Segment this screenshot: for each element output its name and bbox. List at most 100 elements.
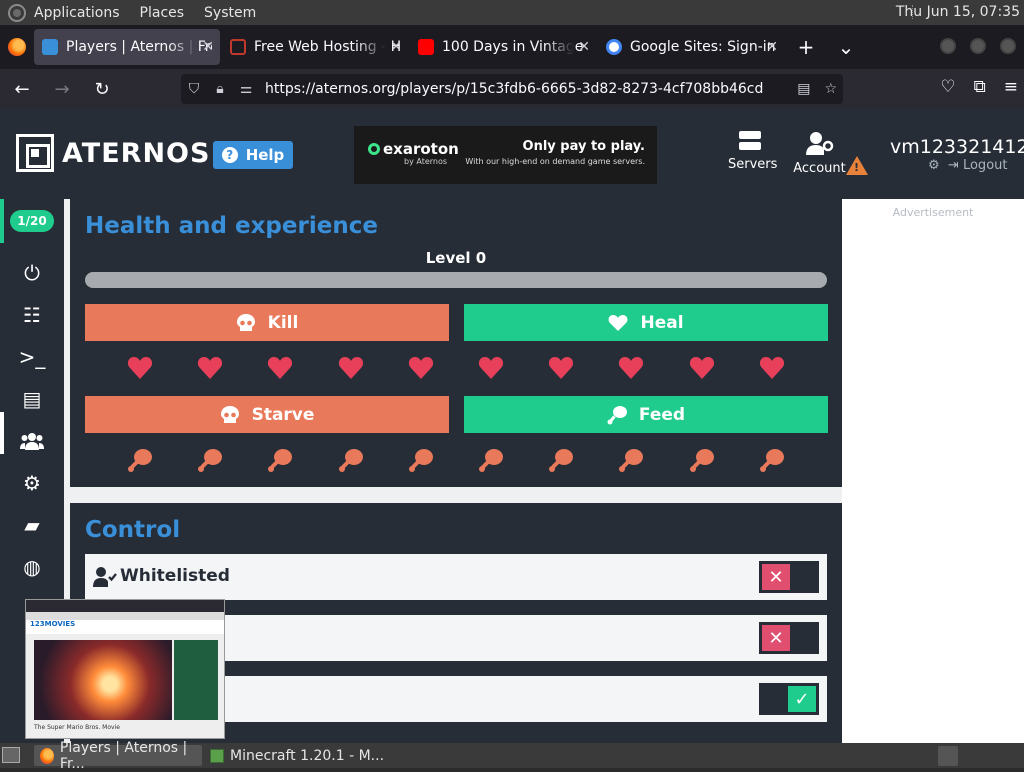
- starve-button[interactable]: Starve: [85, 396, 449, 433]
- shield-icon[interactable]: ⛉: [181, 81, 207, 97]
- applications-menu[interactable]: Applications: [34, 5, 120, 21]
- firefox-view-button[interactable]: [0, 25, 34, 69]
- settings-gear-icon[interactable]: ⚙: [928, 158, 940, 173]
- maximize-button[interactable]: [970, 38, 986, 54]
- tab-youtube[interactable]: 100 Days in Vintage Sto ✕: [410, 29, 596, 65]
- list-tabs-chevron-icon[interactable]: ⌄: [826, 35, 866, 59]
- food-row: [85, 447, 827, 473]
- new-tab-button[interactable]: +: [786, 35, 826, 59]
- close-tab-icon[interactable]: ✕: [766, 39, 778, 55]
- drumstick-icon: [759, 449, 784, 472]
- tray-firefox-icon[interactable]: [938, 746, 958, 766]
- firefox-icon: [8, 38, 26, 56]
- system-menu[interactable]: System: [204, 5, 256, 21]
- gnome-logo-icon[interactable]: [8, 3, 26, 22]
- account-gear-icon: [805, 131, 834, 157]
- logout-label: Logout: [962, 158, 1008, 173]
- reader-view-icon[interactable]: ▤: [797, 81, 810, 97]
- operator-toggle[interactable]: ✕: [759, 622, 819, 654]
- power-icon[interactable]: ⏻: [0, 255, 64, 291]
- taskbar-firefox[interactable]: Players | Aternos | Fr...: [34, 740, 202, 772]
- worlds-globe-icon[interactable]: ◍: [0, 549, 64, 585]
- drumstick-icon: [268, 449, 293, 472]
- taskbar-label: Players | Aternos | Fr...: [59, 739, 188, 772]
- close-window-button[interactable]: [1000, 38, 1016, 54]
- tab-free-web-hosting[interactable]: Free Web Hosting - Hos ✕: [222, 29, 408, 65]
- google-favicon-icon: [606, 39, 622, 55]
- control-toggle-3[interactable]: ✓: [759, 683, 819, 715]
- firefox-icon: [40, 747, 54, 764]
- options-sliders-icon[interactable]: ☷: [0, 297, 64, 333]
- hosting-favicon-icon: [230, 39, 246, 55]
- exaroton-logo: exaroton: [368, 140, 459, 158]
- window-controls: [940, 38, 1016, 54]
- browser-tab-bar: Players | Aternos | Free ✕ Free Web Host…: [0, 25, 1024, 69]
- drumstick-icon: [619, 449, 644, 472]
- drumstick-icon: [479, 449, 504, 472]
- reload-button[interactable]: ↻: [84, 73, 120, 105]
- ad-banner[interactable]: exaroton by Aternos Only pay to play. Wi…: [354, 126, 657, 184]
- aternos-favicon-icon: [42, 39, 58, 55]
- kill-button[interactable]: Kill: [85, 304, 449, 341]
- minimize-button[interactable]: [940, 38, 956, 54]
- software-gears-icon[interactable]: ⚙: [0, 465, 64, 501]
- help-button[interactable]: ? Help: [213, 141, 293, 169]
- help-label: Help: [245, 146, 285, 164]
- forward-button[interactable]: →: [44, 73, 80, 105]
- account-label: Account: [793, 161, 846, 176]
- heart-icon: [689, 357, 714, 379]
- tab-label: Google Sites: Sign-in: [630, 39, 776, 55]
- ad-headline: Only pay to play.: [522, 139, 645, 154]
- player-count-badge[interactable]: 1/20: [10, 210, 54, 232]
- drumstick-icon: [549, 449, 574, 472]
- servers-nav-link[interactable]: Servers: [728, 131, 777, 172]
- whitelist-toggle[interactable]: ✕: [759, 561, 819, 593]
- players-icon[interactable]: [0, 423, 64, 459]
- files-folder-icon[interactable]: ▰: [0, 507, 64, 543]
- url-text[interactable]: https://aternos.org/players/p/15c3fdb6-6…: [265, 81, 763, 97]
- feed-button[interactable]: Feed: [464, 396, 828, 433]
- heal-button[interactable]: Heal: [464, 304, 828, 341]
- logout-link[interactable]: ⚙ ⇥ Logout: [928, 158, 1007, 173]
- lock-icon[interactable]: 🔒︎: [207, 81, 233, 97]
- tab-google-sites[interactable]: Google Sites: Sign-in ✕: [598, 29, 784, 65]
- places-menu[interactable]: Places: [140, 5, 185, 21]
- preview-title: The Super Mario Bros. Movie: [34, 724, 120, 731]
- aternos-logo-icon[interactable]: [16, 134, 54, 172]
- permissions-icon[interactable]: ⚌: [233, 81, 259, 97]
- logout-icon: ⇥: [947, 158, 959, 173]
- close-tab-icon[interactable]: ✕: [390, 39, 402, 55]
- xp-progress-bar: [85, 272, 827, 288]
- account-nav-link[interactable]: Account: [792, 131, 847, 176]
- heart-icon: [128, 357, 153, 379]
- window-preview-thumbnail[interactable]: 123MOVIES The Super Mario Bros. Movie: [25, 599, 225, 739]
- preview-site-logo: 123MOVIES: [26, 620, 224, 634]
- starve-label: Starve: [251, 404, 315, 425]
- close-tab-icon[interactable]: ✕: [578, 39, 590, 55]
- close-tab-icon[interactable]: ✕: [202, 39, 214, 55]
- drumstick-icon: [408, 449, 433, 472]
- brand-name[interactable]: ATERNOS: [62, 138, 210, 169]
- heart-icon: [408, 357, 433, 379]
- hearts-row: [85, 356, 827, 380]
- health-experience-card: Health and experience Level 0 Kill Heal …: [70, 199, 842, 487]
- bottom-taskbar: Players | Aternos | Fr... Minecraft 1.20…: [0, 740, 1024, 772]
- url-bar[interactable]: ⛉ 🔒︎ ⚌ https://aternos.org/players/p/15c…: [181, 74, 843, 104]
- extensions-icon[interactable]: ⧉: [974, 77, 986, 97]
- drumstick-icon: [198, 449, 223, 472]
- taskbar-minecraft[interactable]: Minecraft 1.20.1 - M...: [204, 745, 394, 766]
- level-label: Level 0: [425, 249, 487, 267]
- servers-icon: [739, 131, 761, 151]
- show-desktop-icon[interactable]: [2, 747, 20, 763]
- clock[interactable]: Thu Jun 15, 07:35: [896, 4, 1020, 20]
- bookmark-star-icon[interactable]: ☆: [824, 81, 837, 97]
- menu-hamburger-icon[interactable]: ≡: [1004, 77, 1018, 97]
- back-button[interactable]: ←: [4, 73, 40, 105]
- health-title: Health and experience: [85, 213, 378, 239]
- tab-aternos[interactable]: Players | Aternos | Free ✕: [34, 29, 220, 65]
- drumstick-icon: [338, 449, 363, 472]
- heart-icon: [619, 357, 644, 379]
- log-file-icon[interactable]: ▤: [0, 381, 64, 417]
- console-icon[interactable]: >_: [0, 339, 64, 375]
- pocket-icon[interactable]: ♡: [940, 77, 955, 97]
